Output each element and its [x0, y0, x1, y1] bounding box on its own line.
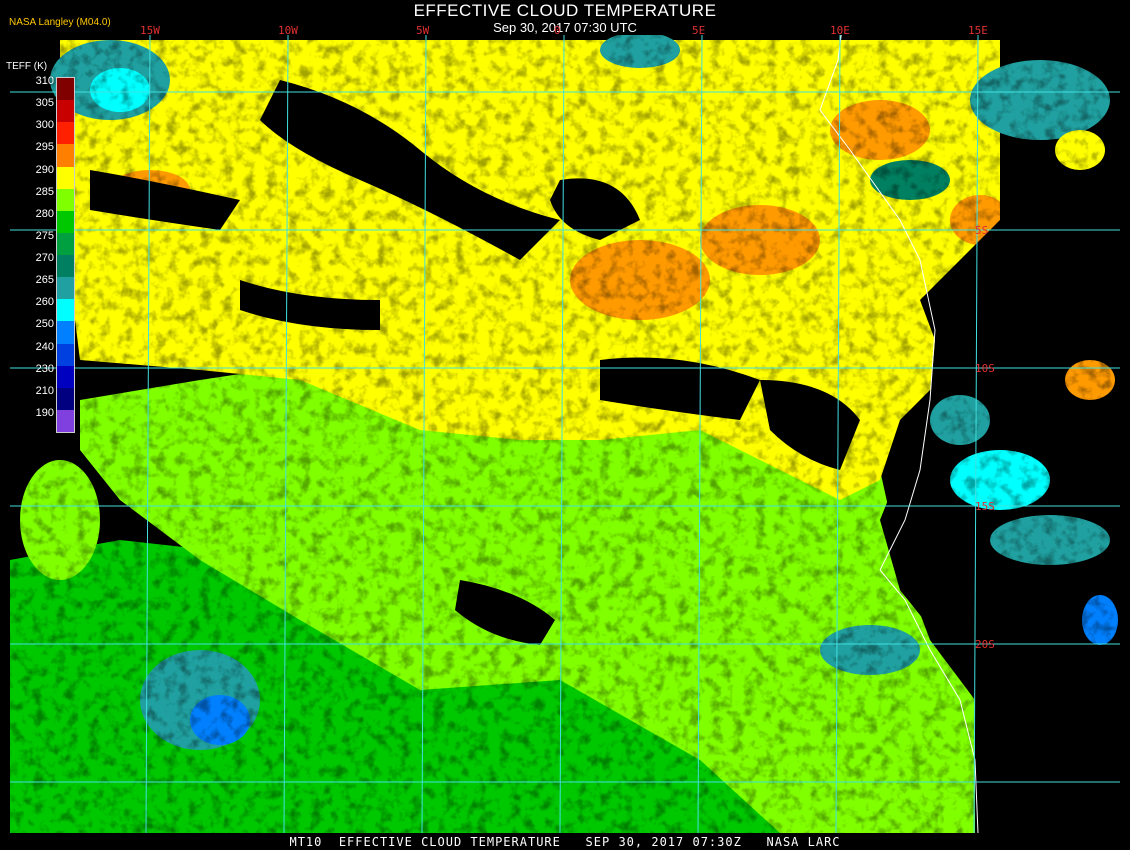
legend-tick-label: 310 — [35, 75, 54, 87]
longitude-label: 10E — [830, 24, 850, 37]
legend-swatch — [57, 343, 74, 366]
legend-tick-label: 280 — [35, 207, 54, 220]
legend-swatch — [57, 122, 74, 145]
longitude-label: 15W — [140, 24, 160, 37]
legend-tick-label: 265 — [35, 274, 54, 287]
legend-tick-label: 230 — [35, 362, 54, 375]
color-legend — [56, 77, 75, 433]
legend-tick-label: 260 — [35, 296, 54, 309]
legend-tick-label: 285 — [35, 185, 54, 198]
longitude-label: 5E — [692, 24, 706, 37]
legend-swatch — [57, 78, 74, 101]
longitude-label: 0 — [554, 24, 561, 37]
legend-swatch — [57, 188, 74, 211]
legend-tick-label: 190 — [35, 406, 54, 419]
legend-tick-label: 250 — [35, 318, 54, 331]
longitude-label: 10W — [278, 24, 298, 37]
legend-swatch — [57, 321, 74, 344]
map-title: EFFECTIVE CLOUD TEMPERATURE — [413, 1, 717, 20]
map-timestamp: Sep 30, 2017 07:30 UTC — [493, 20, 637, 35]
latitude-label: 20S — [975, 638, 995, 651]
latitude-label: 15S — [975, 500, 995, 513]
latitude-label: 5S — [975, 224, 989, 237]
longitude-label: 5W — [416, 24, 430, 37]
legend-swatch — [57, 409, 74, 432]
legend-swatch — [57, 299, 74, 322]
latitude-label: 10S — [975, 362, 995, 375]
legend-tick-label: 295 — [35, 141, 54, 154]
legend-tick-label: 240 — [35, 340, 54, 353]
cloud-texture-overlay — [10, 35, 1120, 833]
legend-tick-label: 275 — [35, 229, 54, 242]
footer-caption: MT10 EFFECTIVE CLOUD TEMPERATURE SEP 30,… — [289, 835, 841, 849]
legend-tick-label: 210 — [35, 384, 54, 397]
legend-swatch — [57, 365, 74, 388]
cloud-temperature-map — [10, 34, 1120, 834]
legend-swatch — [57, 232, 74, 255]
legend-swatch — [57, 166, 74, 189]
legend-swatch — [57, 210, 74, 233]
legend-swatch — [57, 387, 74, 410]
legend-swatch — [57, 255, 74, 278]
legend-tick-label: 305 — [35, 97, 54, 110]
legend-swatch — [57, 144, 74, 167]
legend-tick-label: 300 — [35, 119, 54, 132]
legend-swatch — [57, 100, 74, 123]
legend-tick-label: 270 — [35, 252, 54, 264]
longitude-label: 15E — [968, 24, 988, 37]
legend-title: TEFF (K) — [6, 61, 48, 72]
legend-tick-label: 290 — [35, 163, 54, 176]
producer-label: NASA Langley (M04.0) — [9, 17, 111, 28]
legend-swatch — [57, 277, 74, 300]
